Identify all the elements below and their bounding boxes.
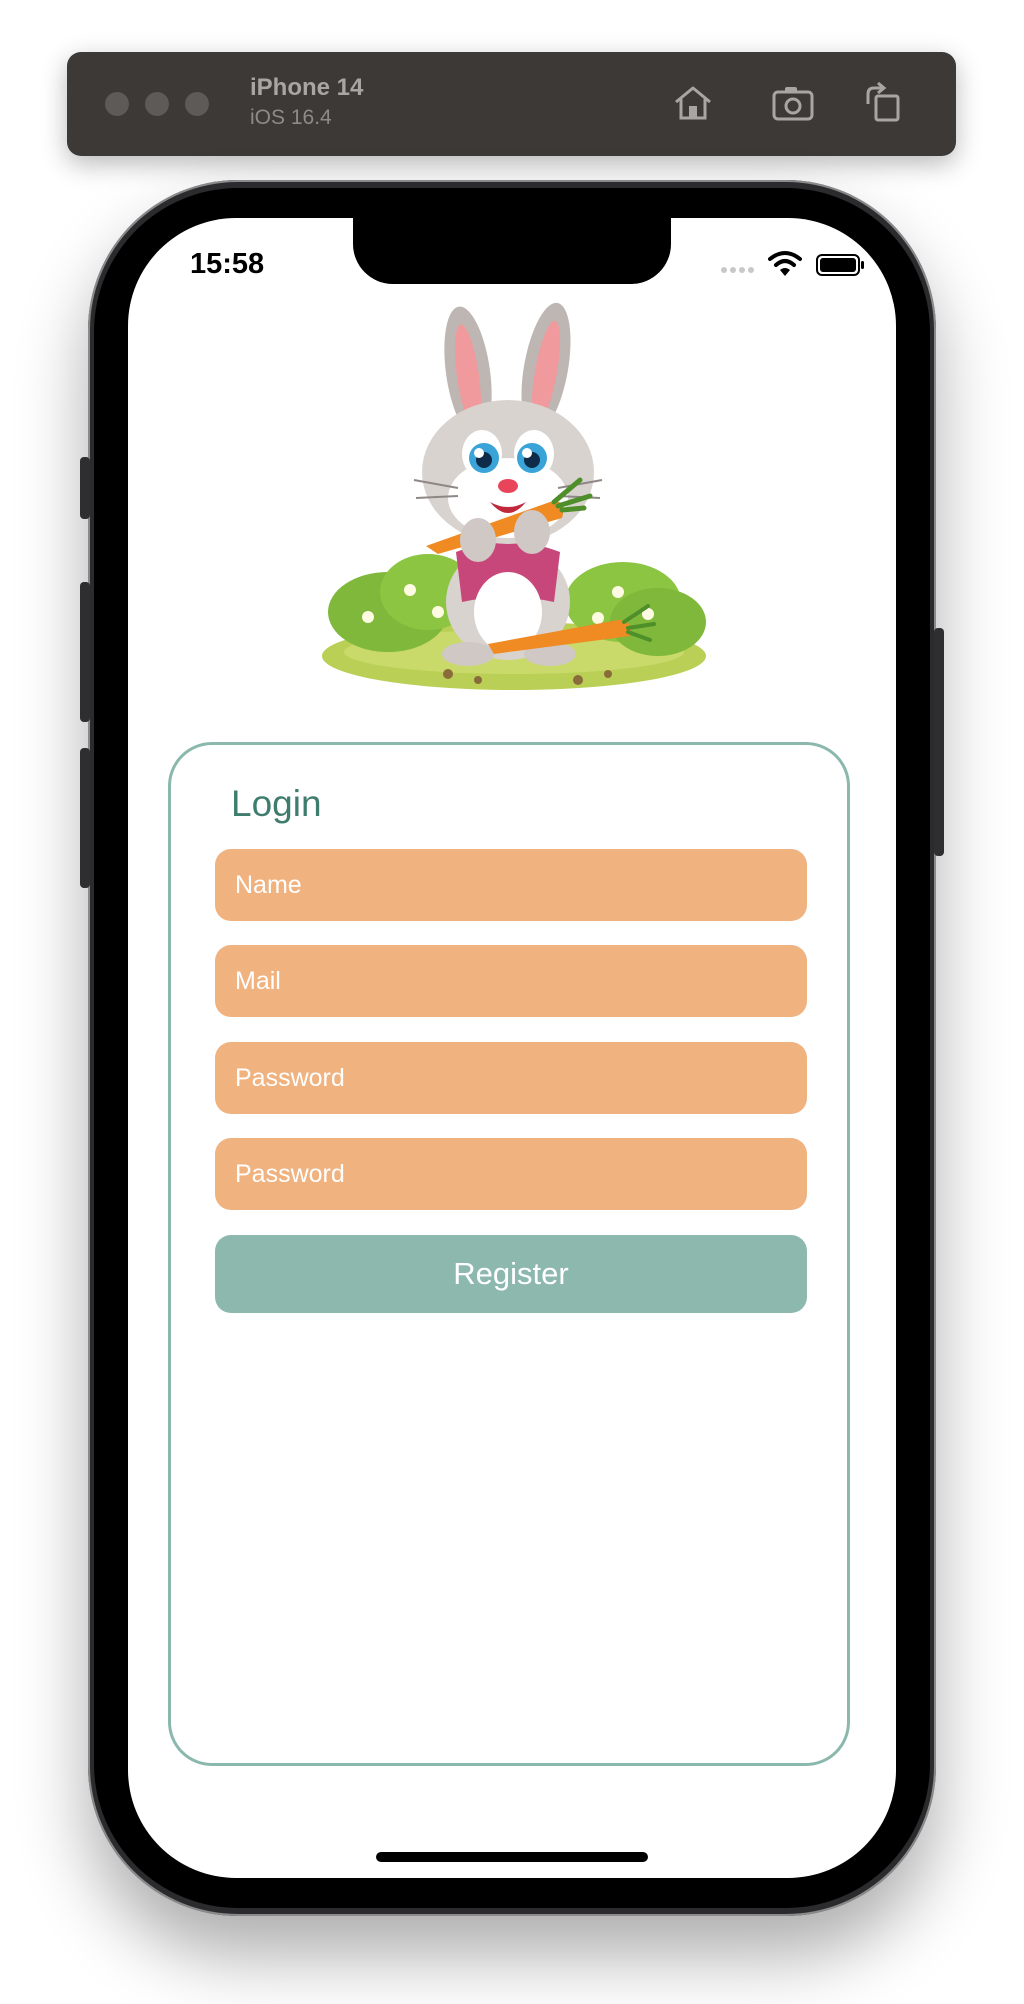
status-time: 15:58	[190, 248, 265, 280]
password-placeholder: Password	[235, 1063, 345, 1092]
power-button	[934, 628, 944, 856]
window-minimize-dot[interactable]	[145, 92, 169, 116]
bunny-mascot-image	[322, 302, 706, 690]
confirm-password-field[interactable]: Password	[215, 1138, 807, 1210]
status-icons	[720, 250, 870, 280]
rotate-icon[interactable]	[860, 80, 906, 126]
os-version: iOS 16.4	[250, 106, 332, 129]
notch	[353, 218, 671, 284]
wifi-icon	[768, 251, 802, 276]
password-field[interactable]: Password	[215, 1042, 807, 1114]
silent-switch	[80, 457, 90, 519]
volume-down-button	[80, 748, 90, 888]
battery-icon	[816, 254, 864, 276]
mail-field[interactable]: Mail	[215, 945, 807, 1017]
mail-placeholder: Mail	[235, 966, 281, 995]
window-zoom-dot[interactable]	[185, 92, 209, 116]
register-button[interactable]: Register	[215, 1235, 807, 1313]
confirm-password-placeholder: Password	[235, 1159, 345, 1188]
name-field[interactable]: Name	[215, 849, 807, 921]
screenshot-icon[interactable]	[770, 80, 816, 126]
login-card: Login Name Mail Password Password Regist…	[168, 742, 850, 1766]
home-indicator[interactable]	[376, 1852, 648, 1862]
cellular-signal-icon	[721, 267, 754, 273]
home-icon[interactable]	[670, 80, 716, 126]
phone-screen: 15:58 Login Name Mail Password Password …	[128, 218, 896, 1878]
device-name: iPhone 14	[250, 74, 364, 101]
volume-up-button	[80, 582, 90, 722]
simulator-toolbar: iPhone 14 iOS 16.4	[67, 52, 956, 156]
name-placeholder: Name	[235, 870, 302, 899]
window-close-dot[interactable]	[105, 92, 129, 116]
login-title: Login	[231, 783, 322, 824]
